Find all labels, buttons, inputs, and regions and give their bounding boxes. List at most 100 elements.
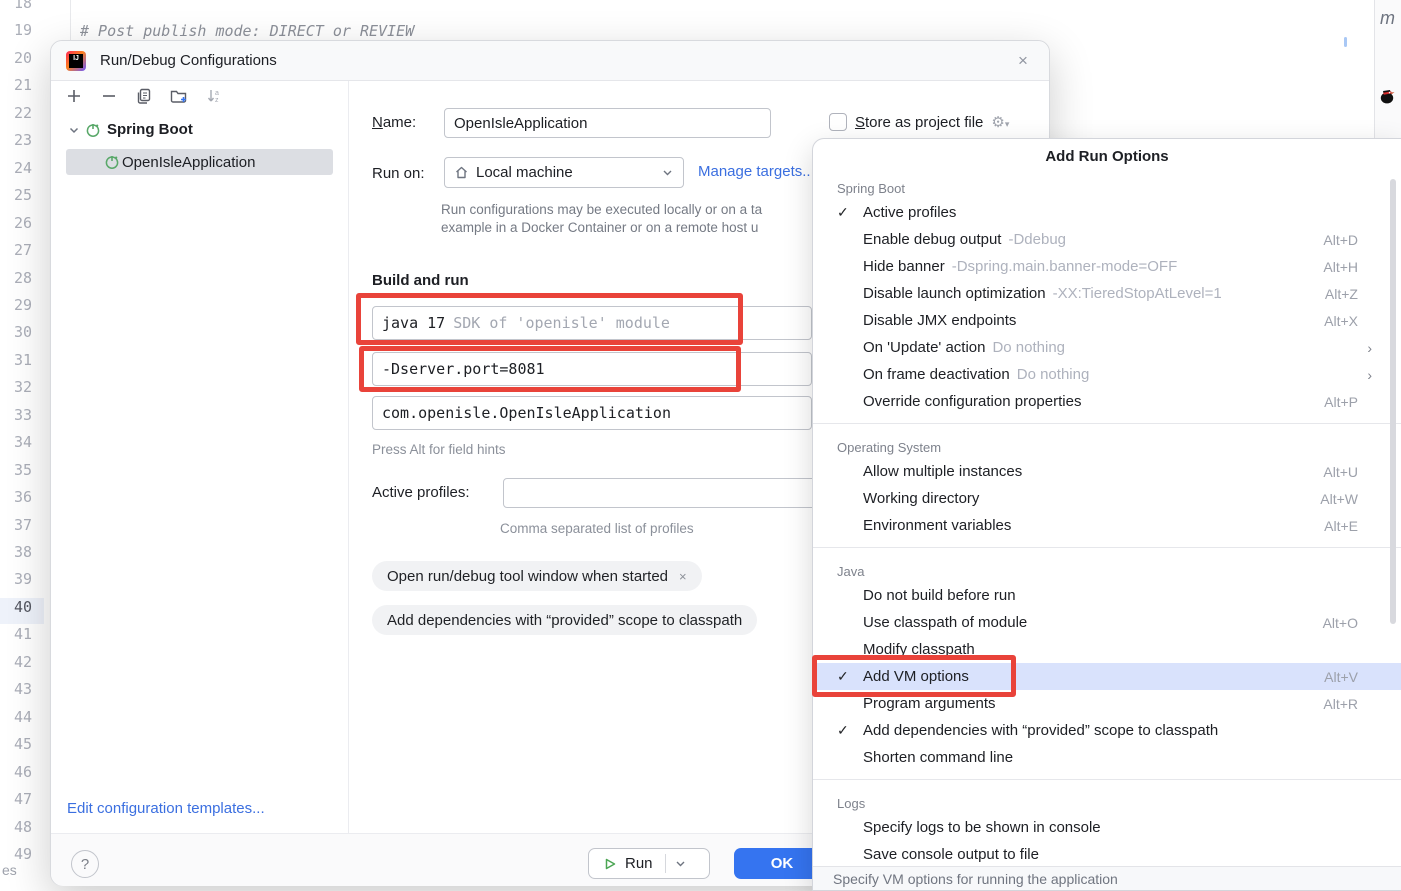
line-number: 29 bbox=[0, 292, 32, 319]
line-number: 27 bbox=[0, 237, 32, 264]
submenu-arrow-icon: › bbox=[1367, 367, 1372, 383]
menu-item-label: Disable JMX endpoints bbox=[863, 312, 1016, 329]
menu-item-disable-launch-optimization[interactable]: Disable launch optimization -XX:TieredSto… bbox=[813, 280, 1401, 307]
menu-item-shortcut: Alt+O bbox=[1323, 615, 1358, 631]
menu-item-environment-variables[interactable]: Environment variablesAlt+E bbox=[813, 512, 1401, 539]
line-number: 25 bbox=[0, 182, 32, 209]
sort-alphabetically-icon[interactable]: az bbox=[205, 87, 223, 105]
split-divider bbox=[665, 854, 666, 873]
copy-icon[interactable] bbox=[135, 87, 153, 105]
menu-scrollbar[interactable] bbox=[1390, 179, 1396, 624]
menu-item-label: Allow multiple instances bbox=[863, 463, 1022, 480]
menu-item-shortcut: Alt+X bbox=[1324, 313, 1358, 329]
menu-item-hint: Do nothing bbox=[1017, 366, 1090, 383]
menu-item-active-profiles[interactable]: ✓Active profiles bbox=[813, 199, 1401, 226]
edit-configuration-templates-link[interactable]: Edit configuration templates... bbox=[67, 800, 265, 817]
menu-item-hide-banner[interactable]: Hide banner-Dspring.main.banner-mode=OFF… bbox=[813, 253, 1401, 280]
dialog-title: Run/Debug Configurations bbox=[100, 52, 277, 69]
menu-item-specify-logs-to-be-shown-in-console[interactable]: Specify logs to be shown in console bbox=[813, 814, 1401, 841]
menu-item-allow-multiple-instances[interactable]: Allow multiple instances Alt+U bbox=[813, 458, 1401, 485]
line-number: 31 bbox=[0, 347, 32, 374]
menu-item-shortcut: Alt+U bbox=[1323, 464, 1358, 480]
panel-splitter[interactable] bbox=[348, 81, 349, 833]
remove-icon[interactable] bbox=[100, 87, 118, 105]
menu-item-shortcut: Alt+R bbox=[1323, 696, 1358, 712]
line-number: 22 bbox=[0, 100, 32, 127]
menu-section-label: Operating System bbox=[813, 432, 1401, 458]
help-button[interactable]: ? bbox=[71, 850, 99, 878]
close-icon[interactable]: × bbox=[1011, 49, 1035, 73]
line-number: 44 bbox=[0, 704, 32, 731]
scrollbar-mark bbox=[1344, 37, 1347, 47]
tree-node-label: OpenIsleApplication bbox=[122, 154, 255, 171]
line-number: 40 bbox=[0, 594, 32, 621]
menu-divider bbox=[813, 423, 1401, 424]
menu-item-enable-debug-output[interactable]: Enable debug output-DdebugAlt+D bbox=[813, 226, 1401, 253]
spring-boot-icon bbox=[85, 122, 101, 138]
line-number: 21 bbox=[0, 72, 32, 99]
menu-item-label: On frame deactivation bbox=[863, 366, 1010, 383]
menu-item-hint: -XX:TieredStopAtLevel=1 bbox=[1053, 285, 1222, 302]
provided-scope-chip[interactable]: Add dependencies with “provided” scope t… bbox=[372, 605, 757, 635]
add-icon[interactable] bbox=[65, 87, 83, 105]
menu-item-shortcut: Alt+H bbox=[1323, 259, 1358, 275]
menu-item-shortcut: Alt+Z bbox=[1325, 286, 1358, 302]
menu-item-do-not-build-before-run[interactable]: Do not build before run bbox=[813, 582, 1401, 609]
menu-item-hint: Do nothing bbox=[992, 339, 1065, 356]
menu-item-working-directory[interactable]: Working directory Alt+W bbox=[813, 485, 1401, 512]
remove-chip-icon[interactable]: × bbox=[679, 569, 687, 584]
field-hints-text: Press Alt for field hints bbox=[372, 442, 506, 457]
profiles-hint-text: Comma separated list of profiles bbox=[500, 521, 694, 536]
spring-boot-icon bbox=[104, 154, 120, 170]
checkmark-icon: ✓ bbox=[837, 204, 863, 221]
menu-item-label: Disable launch optimization bbox=[863, 285, 1046, 302]
run-on-label: Run on: bbox=[372, 165, 425, 182]
active-profiles-label: Active profiles: bbox=[372, 484, 470, 501]
menu-item-add-dependencies-with-provided-scope-to-classpath[interactable]: ✓Add dependencies with “provided” scope … bbox=[813, 717, 1401, 744]
open-tool-window-chip[interactable]: Open run/debug tool window when started× bbox=[372, 561, 702, 591]
checkmark-icon: ✓ bbox=[837, 722, 863, 739]
name-label: Name: bbox=[372, 114, 416, 131]
name-input[interactable]: OpenIsleApplication bbox=[444, 108, 771, 138]
menu-item-label: Do not build before run bbox=[863, 587, 1016, 604]
menu-item-label: Save console output to file bbox=[863, 846, 1039, 863]
menu-item-label: Active profiles bbox=[863, 204, 956, 221]
line-number: 26 bbox=[0, 210, 32, 237]
menu-section-label: Logs bbox=[813, 788, 1401, 814]
menu-item-on-frame-deactivation[interactable]: On frame deactivation Do nothing › bbox=[813, 361, 1401, 388]
run-target-help-text: example in a Docker Container or on a re… bbox=[441, 220, 758, 235]
intellij-logo-icon bbox=[66, 51, 86, 71]
store-as-project-file-checkbox[interactable] bbox=[829, 113, 847, 131]
menu-item-label: Working directory bbox=[863, 490, 979, 507]
line-number: 45 bbox=[0, 731, 32, 758]
tree-node-openisleapplication[interactable]: OpenIsleApplication bbox=[66, 149, 333, 175]
active-profiles-input[interactable] bbox=[503, 478, 863, 508]
run-on-select[interactable]: Local machine bbox=[444, 157, 684, 188]
gear-icon[interactable]: ⚙▾ bbox=[991, 113, 1009, 131]
menu-divider bbox=[813, 779, 1401, 780]
menu-item-use-classpath-of-module[interactable]: Use classpath of module Alt+O bbox=[813, 609, 1401, 636]
menu-item-save-console-output-to-file[interactable]: Save console output to file bbox=[813, 841, 1401, 868]
menu-item-disable-jmx-endpoints[interactable]: Disable JMX endpoints Alt+X bbox=[813, 307, 1401, 334]
menu-item-override-configuration-properties[interactable]: Override configuration propertiesAlt+P bbox=[813, 388, 1401, 415]
configurations-toolbar: az bbox=[65, 87, 223, 105]
menu-item-label: Use classpath of module bbox=[863, 614, 1027, 631]
menu-divider bbox=[813, 547, 1401, 548]
tree-node-spring-boot[interactable]: Spring Boot bbox=[67, 121, 193, 138]
run-button[interactable]: Run bbox=[588, 848, 710, 879]
line-number: 35 bbox=[0, 457, 32, 484]
menu-item-label: Shorten command line bbox=[863, 749, 1013, 766]
line-number: 39 bbox=[0, 566, 32, 593]
menu-item-on-update-action[interactable]: On 'Update' actionDo nothing› bbox=[813, 334, 1401, 361]
submenu-arrow-icon: › bbox=[1367, 340, 1372, 356]
menu-item-shorten-command-line[interactable]: Shorten command line bbox=[813, 744, 1401, 771]
menu-status-text: Specify VM options for running the appli… bbox=[813, 866, 1401, 890]
main-class-input[interactable]: com.openisle.OpenIsleApplication bbox=[372, 396, 812, 430]
line-number: 41 bbox=[0, 621, 32, 648]
menu-item-shortcut: Alt+W bbox=[1320, 491, 1358, 507]
line-number: 37 bbox=[0, 512, 32, 539]
new-folder-icon[interactable] bbox=[170, 87, 188, 105]
manage-targets-link[interactable]: Manage targets... bbox=[698, 163, 815, 180]
line-number: 46 bbox=[0, 759, 32, 786]
menu-item-label: Add dependencies with “provided” scope t… bbox=[863, 722, 1218, 739]
